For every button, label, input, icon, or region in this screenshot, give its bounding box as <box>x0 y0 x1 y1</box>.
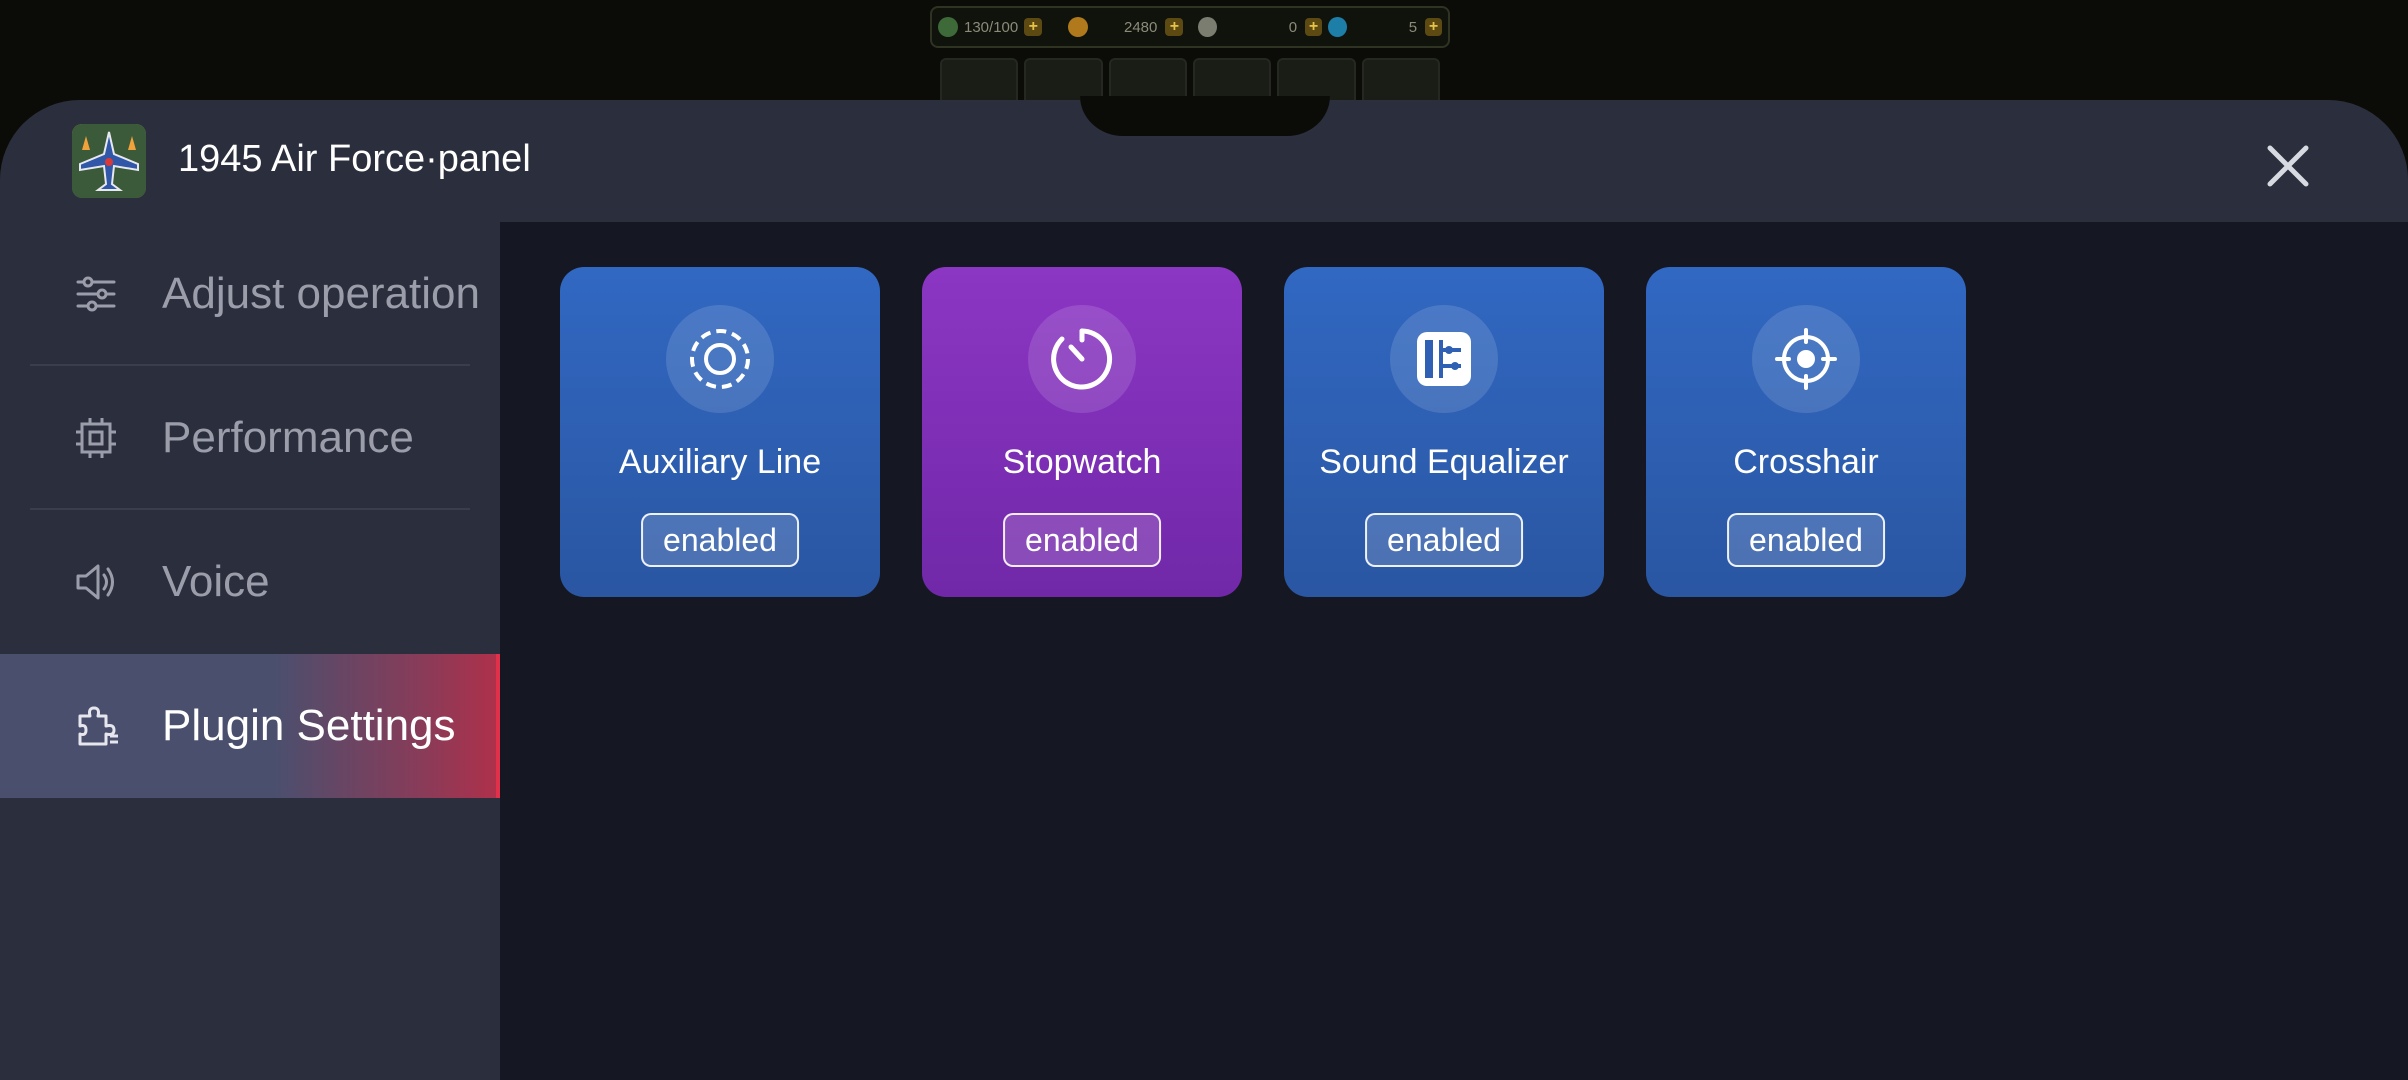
sidebar-item-label: Plugin Settings <box>162 701 456 750</box>
sidebar-item-voice[interactable]: Voice <box>0 510 500 654</box>
sidebar-item-label: Voice <box>162 557 270 606</box>
panel-notch <box>1080 96 1330 139</box>
dashed-circle-icon <box>690 329 750 389</box>
plugin-card-auxiliary-line[interactable]: Auxiliary Line enabled <box>560 267 880 597</box>
gems-value: 5 <box>1408 18 1418 36</box>
plugin-grid: Auxiliary Line enabled Stopwatch enabled <box>560 267 1966 597</box>
status-badge[interactable]: enabled <box>641 513 799 567</box>
plugin-label: Sound Equalizer <box>1319 443 1569 481</box>
energy-stat: 130/100 + <box>932 8 1062 46</box>
close-icon[interactable] <box>2260 138 2316 194</box>
status-badge[interactable]: enabled <box>1727 513 1885 567</box>
coins-value: 2480 <box>1124 18 1158 36</box>
timer-icon <box>1051 328 1113 390</box>
gems-stat: 5 + <box>1322 8 1442 46</box>
sidebar-item-label: Performance <box>162 413 414 462</box>
sidebar: Adjust operation Performance Voice Plugi… <box>0 222 500 1080</box>
plugin-label: Auxiliary Line <box>618 443 822 481</box>
equalizer-icon <box>1417 332 1471 386</box>
coins-stat: 2480 + <box>1062 8 1192 46</box>
add-energy-button[interactable]: + <box>1024 18 1043 36</box>
add-gems-button[interactable]: + <box>1425 18 1442 36</box>
plugin-card-crosshair[interactable]: Crosshair enabled <box>1646 267 1966 597</box>
game-panel: 1945 Air Force·panel Adjust operation Pe… <box>0 100 2408 1080</box>
plugin-card-stopwatch[interactable]: Stopwatch enabled <box>922 267 1242 597</box>
sidebar-item-label: Adjust operation <box>162 269 480 318</box>
plugin-content: Auxiliary Line enabled Stopwatch enabled <box>500 222 2408 1080</box>
plugin-label: Stopwatch <box>1002 443 1162 481</box>
icon-badge <box>666 305 774 413</box>
medals-value: 0 <box>1288 18 1298 36</box>
status-badge[interactable]: enabled <box>1003 513 1161 567</box>
add-medals-button[interactable]: + <box>1305 18 1322 36</box>
sidebar-item-plugin-settings[interactable]: Plugin Settings <box>0 654 500 798</box>
icon-badge <box>1752 305 1860 413</box>
airplane-game-icon <box>72 124 146 198</box>
sidebar-item-performance[interactable]: Performance <box>0 366 500 510</box>
icon-badge <box>1390 305 1498 413</box>
sliders-icon <box>76 276 116 312</box>
gem-icon <box>1328 17 1347 37</box>
add-coins-button[interactable]: + <box>1165 18 1184 36</box>
coin-icon <box>1068 17 1088 37</box>
medal-icon <box>1198 17 1217 37</box>
puzzle-icon <box>78 706 118 746</box>
sidebar-item-adjust-operation[interactable]: Adjust operation <box>0 222 500 366</box>
game-hud-bar: 130/100 + 2480 + 0 + 5 + <box>930 6 1450 48</box>
plugin-label: Crosshair <box>1733 443 1879 481</box>
medals-stat: 0 + <box>1192 8 1322 46</box>
plugin-card-sound-equalizer[interactable]: Sound Equalizer enabled <box>1284 267 1604 597</box>
status-badge[interactable]: enabled <box>1365 513 1523 567</box>
speaker-icon <box>76 564 114 600</box>
icon-badge <box>1028 305 1136 413</box>
crosshair-icon <box>1775 328 1837 390</box>
chip-icon <box>76 418 116 458</box>
energy-icon <box>938 17 958 37</box>
panel-title: 1945 Air Force·panel <box>178 138 531 180</box>
energy-value: 130/100 <box>964 18 1019 36</box>
